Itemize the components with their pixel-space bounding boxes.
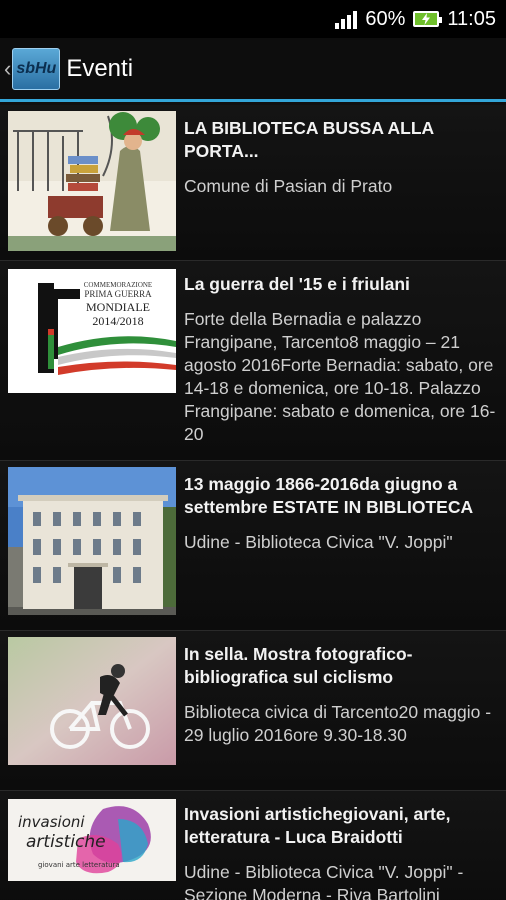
event-title: In sella. Mostra fotografico-bibliografi… (184, 644, 413, 687)
event-thumbnail: COMMEMORAZIONE PRIMA GUERRA MONDIALE 201… (8, 269, 176, 393)
list-item[interactable]: In sella. Mostra fotografico-bibliografi… (0, 631, 506, 791)
back-caret-icon[interactable]: ‹ (4, 56, 11, 82)
thumb-caption-3: MONDIALE (86, 300, 150, 314)
battery-icon (413, 11, 443, 27)
event-thumbnail: invasioni artistiche giovani arte letter… (8, 799, 176, 881)
list-item[interactable]: LA BIBLIOTECA BUSSA ALLA PORTA... Comune… (0, 105, 506, 261)
app-logo[interactable]: sbHu (12, 47, 61, 90)
thumb-caption-2: PRIMA GUERRA (84, 289, 152, 299)
event-location: Biblioteca civica di Tarcento20 maggio -… (184, 702, 492, 745)
event-location: Udine - Biblioteca Civica "V. Joppi" - S… (184, 862, 464, 900)
event-text: 13 maggio 1866-2016da giugno a settembre… (184, 467, 506, 622)
thumb-caption-1: invasioni (18, 813, 85, 831)
status-bar: 60% 11:05 (0, 0, 506, 38)
event-text: La guerra del '15 e i friulani Forte del… (184, 267, 506, 452)
event-text: Invasioni artistichegiovani, arte, lette… (184, 797, 506, 900)
action-bar: ‹ sbHu Eventi (0, 38, 506, 102)
event-title: La guerra del '15 e i friulani (184, 274, 410, 294)
event-text: LA BIBLIOTECA BUSSA ALLA PORTA... Comune… (184, 111, 506, 252)
thumb-caption-4: 2014/2018 (92, 314, 143, 328)
thumb-caption-1: COMMEMORAZIONE (84, 281, 152, 289)
event-thumbnail (8, 637, 176, 765)
list-item[interactable]: COMMEMORAZIONE PRIMA GUERRA MONDIALE 201… (0, 261, 506, 461)
event-title: 13 maggio 1866-2016da giugno a settembre… (184, 474, 474, 517)
event-text: In sella. Mostra fotografico-bibliografi… (184, 637, 506, 782)
event-title: LA BIBLIOTECA BUSSA ALLA PORTA... (184, 118, 434, 161)
event-title: Invasioni artistichegiovani, arte, lette… (184, 804, 451, 847)
events-list: LA BIBLIOTECA BUSSA ALLA PORTA... Comune… (0, 105, 506, 900)
list-item[interactable]: invasioni artistiche giovani arte letter… (0, 791, 506, 900)
event-thumbnail (8, 111, 176, 251)
event-location: Udine - Biblioteca Civica "V. Joppi" (184, 532, 453, 552)
event-location: Comune di Pasian di Prato (184, 176, 393, 196)
signal-icon (335, 9, 358, 29)
thumb-caption-2: artistiche (26, 832, 106, 852)
thumb-caption-3: giovani arte letteratura (38, 861, 120, 869)
list-item[interactable]: 13 maggio 1866-2016da giugno a settembre… (0, 461, 506, 631)
event-thumbnail (8, 467, 176, 615)
battery-percentage: 60% (365, 7, 406, 30)
app-logo-text: sbHu (16, 59, 57, 77)
page-title: Eventi (66, 54, 134, 82)
event-location: Forte della Bernadia e palazzo Frangipan… (184, 309, 496, 444)
clock: 11:05 (447, 7, 496, 30)
